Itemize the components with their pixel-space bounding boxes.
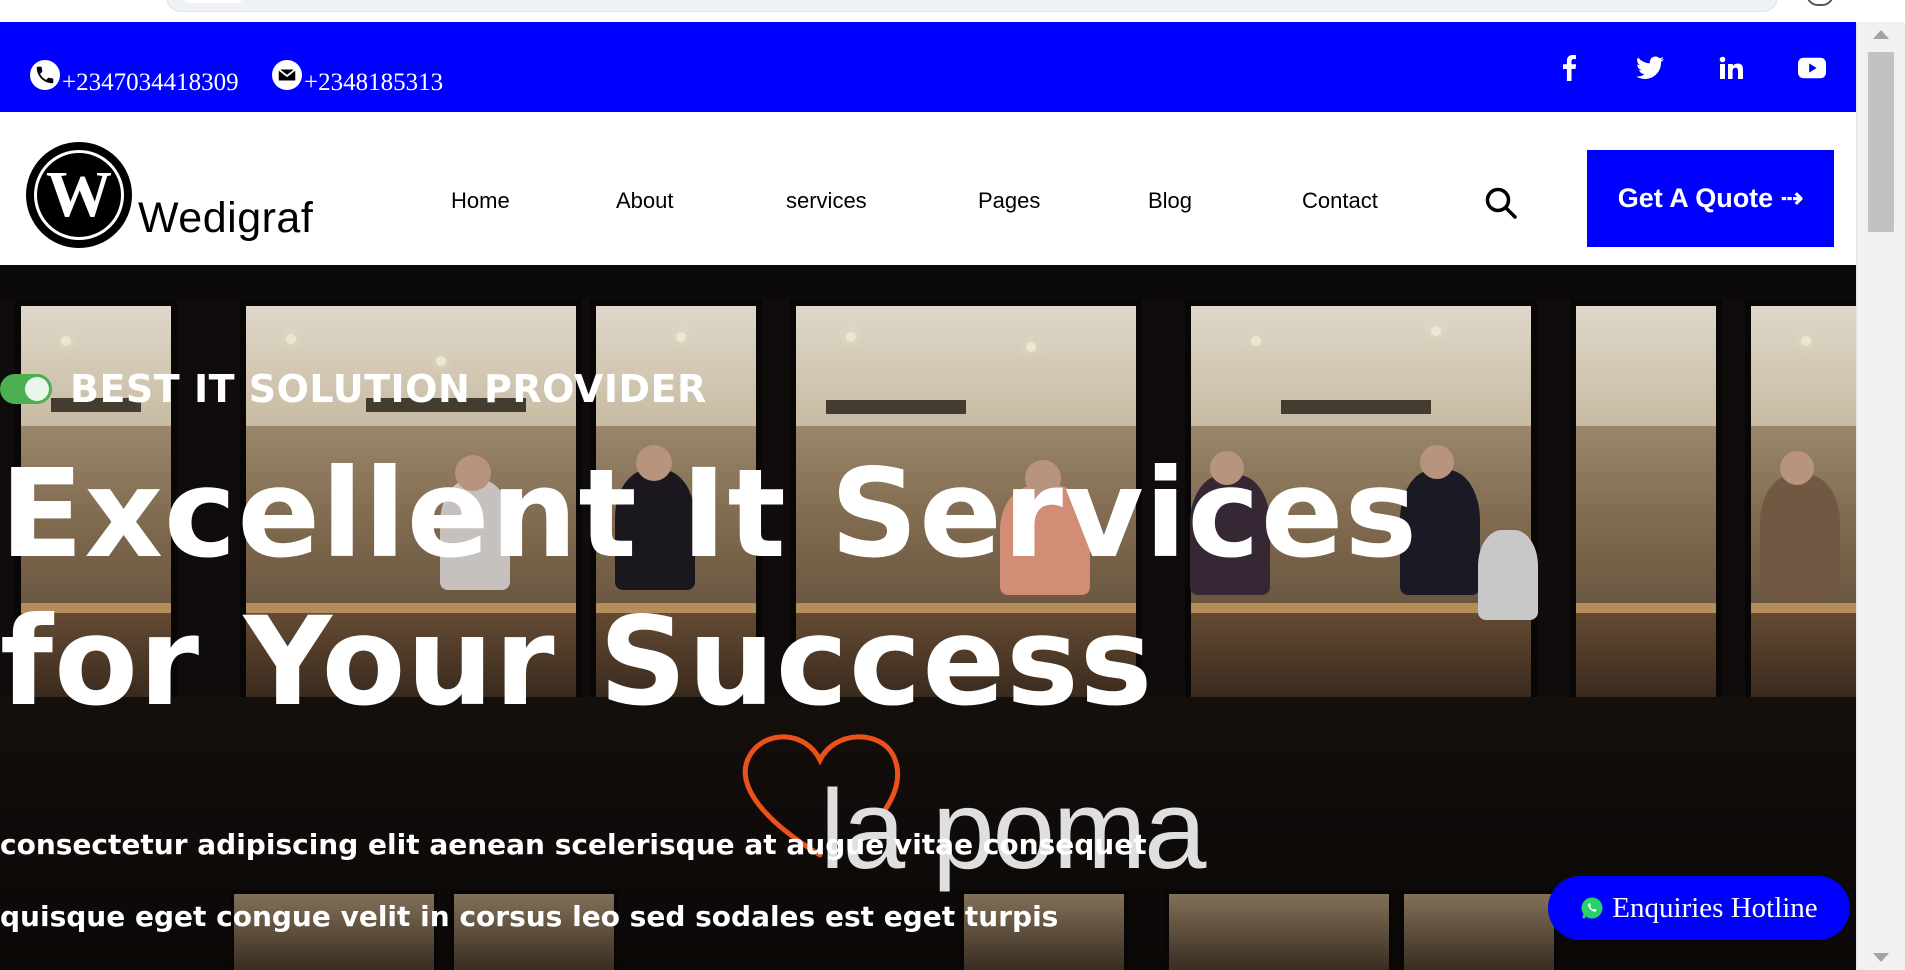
secondary-number: +2348185313 <box>304 69 444 96</box>
main-navbar: W Wedigraf Home About services Pages Blo… <box>0 112 1856 265</box>
scroll-up-icon[interactable] <box>1873 30 1889 39</box>
phone-contact[interactable]: +2347034418309 <box>30 60 239 98</box>
secondary-contact[interactable]: +2348185313 <box>272 60 444 98</box>
hero-section: la poma BEST IT SOLUTION PROVIDER Excell… <box>0 265 1856 970</box>
brand-name[interactable]: Wedigraf <box>138 194 313 243</box>
get-quote-button[interactable]: Get A Quote ⇢ <box>1587 150 1834 247</box>
scroll-down-icon[interactable] <box>1873 953 1889 962</box>
toggle-icon <box>0 374 52 404</box>
nav-contact[interactable]: Contact <box>1302 188 1378 214</box>
hero-subtext-line1: consectetur adipiscing elit aenean scele… <box>0 828 1147 861</box>
linkedin-icon[interactable] <box>1717 54 1745 82</box>
youtube-icon[interactable] <box>1798 54 1826 82</box>
hero-headline-line1: Excellent It Services <box>0 443 1419 585</box>
page-scrollbar[interactable] <box>1856 22 1905 970</box>
wordpress-logo-icon[interactable]: W <box>26 142 132 248</box>
scrollbar-thumb[interactable] <box>1868 52 1894 232</box>
hero-subtext-line2: quisque eget congue velit in corsus leo … <box>0 900 1059 933</box>
browser-chrome <box>0 0 1905 22</box>
hero-headline: Excellent It Services for Your Success <box>0 440 1418 736</box>
nav-home[interactable]: Home <box>451 188 510 214</box>
address-bar[interactable] <box>166 0 1778 12</box>
enquiries-hotline-button[interactable]: Enquiries Hotline <box>1548 876 1850 940</box>
top-contact-bar: +2347034418309 +2348185313 <box>0 22 1856 112</box>
twitter-icon[interactable] <box>1636 54 1664 82</box>
hero-tagline: BEST IT SOLUTION PROVIDER <box>70 367 707 411</box>
nav-blog[interactable]: Blog <box>1148 188 1192 214</box>
site-chip[interactable] <box>183 0 243 3</box>
toggle-knob <box>25 377 49 401</box>
hero-badge: BEST IT SOLUTION PROVIDER <box>0 367 707 411</box>
social-links <box>1555 54 1826 82</box>
profile-icon[interactable] <box>1806 0 1834 6</box>
nav-services[interactable]: services <box>786 188 867 214</box>
search-icon[interactable] <box>1484 186 1518 220</box>
mail-icon <box>272 60 302 90</box>
hero-headline-line2: for Your Success <box>0 591 1154 733</box>
facebook-icon[interactable] <box>1555 54 1583 82</box>
whatsapp-icon <box>1581 897 1603 919</box>
enquiries-hotline-label: Enquiries Hotline <box>1612 891 1818 924</box>
logo-letter: W <box>34 150 124 240</box>
phone-icon <box>30 60 60 90</box>
nav-pages[interactable]: Pages <box>978 188 1040 214</box>
nav-about[interactable]: About <box>616 188 674 214</box>
phone-number: +2347034418309 <box>62 69 239 96</box>
